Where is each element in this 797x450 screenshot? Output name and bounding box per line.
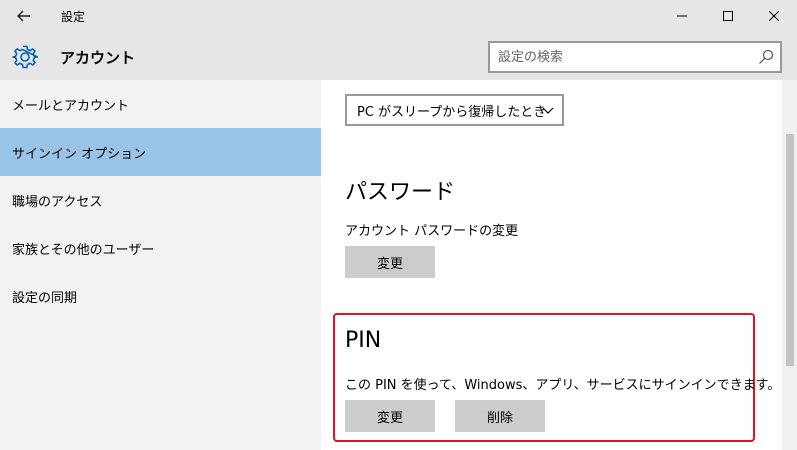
page-header: アカウント <box>0 32 797 80</box>
search-box[interactable] <box>488 41 782 73</box>
pin-heading: PIN <box>345 328 382 353</box>
sidebar-item-label: 職場のアクセス <box>12 194 103 210</box>
sidebar-item-sync-settings[interactable]: 設定の同期 <box>0 272 321 320</box>
sidebar-item-label: サインイン オプション <box>12 146 147 162</box>
password-change-button[interactable]: 変更 <box>345 246 435 278</box>
minimize-icon <box>677 15 687 17</box>
dropdown-value: PC がスリープから復帰したとき <box>357 104 547 120</box>
back-arrow-icon <box>17 10 30 22</box>
sidebar-item-sign-in-options[interactable]: サインイン オプション <box>0 128 321 176</box>
pin-description: この PIN を使って、Windows、アプリ、サービスにサインインできます。 <box>345 378 781 393</box>
password-heading: パスワード <box>345 180 456 205</box>
maximize-button[interactable] <box>705 0 751 32</box>
back-button[interactable] <box>0 0 48 32</box>
pin-remove-button[interactable]: 削除 <box>455 400 545 432</box>
sidebar-item-family-other-users[interactable]: 家族とその他のユーザー <box>0 224 321 272</box>
close-icon <box>769 11 779 21</box>
gear-icon <box>12 45 38 69</box>
page-title: アカウント <box>60 49 136 67</box>
scrollbar[interactable] <box>782 80 797 450</box>
sidebar: メールとアカウント サインイン オプション 職場のアクセス 家族とその他のユーザ… <box>0 80 321 450</box>
password-description: アカウント パスワードの変更 <box>345 224 519 239</box>
main-content: PC がスリープから復帰したとき パスワード アカウント パスワードの変更 変更… <box>321 80 797 450</box>
sidebar-item-label: 設定の同期 <box>12 290 78 306</box>
sidebar-item-label: 家族とその他のユーザー <box>12 242 155 258</box>
chevron-down-icon <box>542 107 554 114</box>
sidebar-item-work-access[interactable]: 職場のアクセス <box>0 176 321 224</box>
scrollbar-thumb[interactable] <box>786 134 794 366</box>
maximize-icon <box>723 11 733 21</box>
search-icon <box>759 49 774 64</box>
window-title: 設定 <box>61 10 86 24</box>
require-sign-in-dropdown[interactable]: PC がスリープから復帰したとき <box>345 94 564 126</box>
title-bar: 設定 <box>0 0 797 32</box>
close-button[interactable] <box>751 0 797 32</box>
minimize-button[interactable] <box>659 0 705 32</box>
pin-change-button[interactable]: 変更 <box>345 400 435 432</box>
sidebar-item-email-accounts[interactable]: メールとアカウント <box>0 80 321 128</box>
sidebar-item-label: メールとアカウント <box>12 98 130 114</box>
search-input[interactable] <box>498 48 748 66</box>
